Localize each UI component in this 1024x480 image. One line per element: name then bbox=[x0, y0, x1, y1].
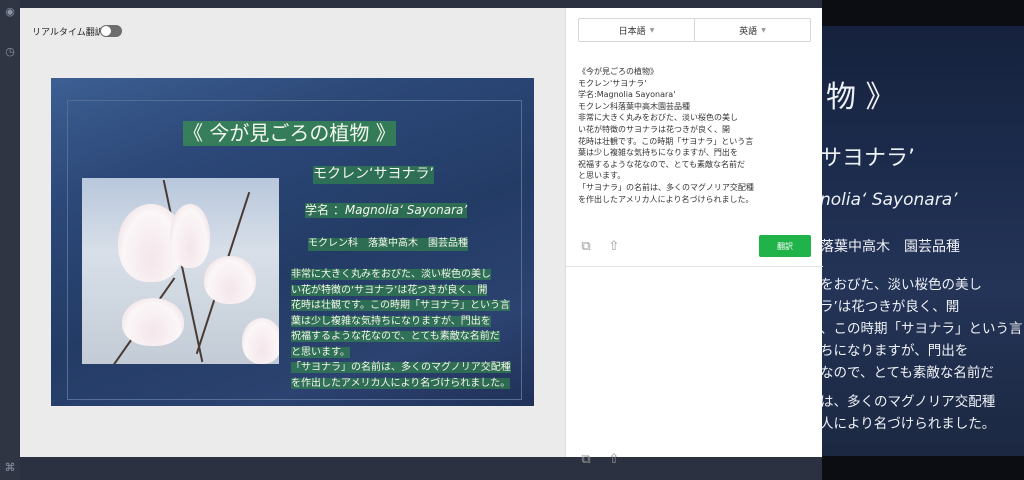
bg-text: ちになりますが、門出を bbox=[822, 343, 969, 359]
bg-text: 、この時期「サヨナラ」という言 bbox=[822, 321, 1023, 337]
user-icon[interactable]: ◉ bbox=[4, 6, 16, 18]
app-sidebar: ◉ ◷ ⌘ bbox=[0, 0, 20, 480]
magnolia-flower bbox=[170, 204, 210, 268]
background-bar bbox=[822, 0, 1024, 26]
copy-icon[interactable]: ⧉ bbox=[578, 452, 594, 468]
overlay-family: モクレン科 落葉中高木 園芸品種 bbox=[308, 238, 468, 251]
overlay-body-line: 「サヨナラ」の名前は、多くのマグノリア交配種 bbox=[291, 362, 511, 373]
translation-pane: 日本語 ▼ 英語 ▼ 《今が見ごろの植物》 モクレン'サヨナラ' 学名:Magn… bbox=[565, 8, 823, 467]
bg-text: 人により名づけられました。 bbox=[822, 416, 996, 432]
chevron-down-icon: ▼ bbox=[761, 26, 766, 34]
bg-text: サヨナラ’ bbox=[822, 146, 915, 171]
magnolia-flower bbox=[242, 318, 279, 364]
realtime-translate-toggle[interactable] bbox=[100, 25, 122, 37]
crop-icon[interactable]: ⌘ bbox=[4, 462, 16, 474]
target-language-dropdown[interactable]: 英語 ▼ bbox=[694, 19, 810, 41]
target-language-label: 英語 bbox=[739, 26, 758, 37]
realtime-translate-label: リアルタイム翻訳 bbox=[32, 28, 104, 38]
divider bbox=[566, 266, 823, 267]
bg-text: 物 》 bbox=[826, 80, 896, 115]
overlay-scientific-name: 学名 ：Magnolia‘ Sayonara’ bbox=[305, 203, 468, 218]
image-pane: リアルタイム翻訳 《 今が見ごろの植物 》 モクレン‘サヨナラ’ 学名 ：Mag… bbox=[20, 8, 565, 457]
overlay-title: 《 今が見ごろの植物 》 bbox=[183, 121, 396, 146]
overlay-body-line: い花が特徴の‘サヨナラ’は花つきが良く、開 bbox=[291, 284, 488, 296]
scientific-name: Magnolia‘ Sayonara’ bbox=[344, 203, 468, 217]
chevron-down-icon: ▼ bbox=[649, 26, 655, 34]
bg-text: をおびた、淡い桜色の美し bbox=[822, 277, 982, 293]
bg-text: 落葉中高木 園芸品種 bbox=[822, 239, 960, 255]
magnolia-photo bbox=[82, 178, 279, 364]
overlay-body: 非常に大きく丸みをおびた、淡い桜色の美し い花が特徴の‘サヨナラ’は花つきが良く… bbox=[291, 267, 528, 391]
source-image: 《 今が見ごろの植物 》 モクレン‘サヨナラ’ 学名 ：Magnolia‘ Sa… bbox=[51, 78, 534, 406]
background-bar bbox=[822, 456, 1024, 480]
bg-text: ラ’は花つきが良く、開 bbox=[822, 299, 960, 315]
overlay-plant-name: モクレン‘サヨナラ’ bbox=[313, 166, 434, 184]
overlay-body-line: 花時は壮観です。この時期「サヨナラ」という言 bbox=[291, 300, 510, 311]
overlay-body-line: 祝福するような花なので、とても素敵な名前だ bbox=[291, 331, 500, 342]
bg-text: nolia‘ Sayonara’ bbox=[822, 190, 958, 210]
overlay-body-line: を作出したアメリカ人により名づけられました。 bbox=[291, 377, 511, 389]
scientific-prefix: 学名 ： bbox=[305, 203, 345, 217]
overlay-body-line: と思います。 bbox=[291, 346, 350, 358]
magnolia-flower bbox=[122, 298, 184, 346]
magnolia-flower bbox=[204, 256, 256, 304]
copy-icon[interactable]: ⧉ bbox=[578, 239, 594, 255]
share-icon[interactable]: ⇧ bbox=[606, 239, 622, 255]
bg-text: は、多くのマグノリア交配種 bbox=[822, 394, 996, 410]
share-icon[interactable]: ⇧ bbox=[606, 452, 622, 468]
overlay-body-line: 非常に大きく丸みをおびた、淡い桜色の美し bbox=[291, 269, 491, 280]
source-language-label: 日本語 bbox=[618, 26, 646, 37]
overlay-body-line: 葉は少し複雑な気持ちになりますが、門出を bbox=[291, 315, 491, 327]
bg-text: なので、とても素敵な名前だ bbox=[822, 365, 994, 381]
translate-button[interactable]: 翻訳 bbox=[759, 235, 811, 257]
image-translate-dialog: リアルタイム翻訳 《 今が見ごろの植物 》 モクレン‘サヨナラ’ 学名 ：Mag… bbox=[20, 8, 823, 467]
source-language-dropdown[interactable]: 日本語 ▼ bbox=[579, 19, 694, 41]
background-photo: 物 》 サヨナラ’ nolia‘ Sayonara’ 落葉中高木 園芸品種 をお… bbox=[822, 0, 1024, 480]
toggle-knob bbox=[101, 26, 111, 36]
clock-icon[interactable]: ◷ bbox=[4, 46, 16, 58]
ocr-text-area[interactable]: 《今が見ごろの植物》 モクレン'サヨナラ' 学名:Magnolia Sayona… bbox=[578, 66, 758, 205]
language-selector: 日本語 ▼ 英語 ▼ bbox=[578, 18, 811, 42]
